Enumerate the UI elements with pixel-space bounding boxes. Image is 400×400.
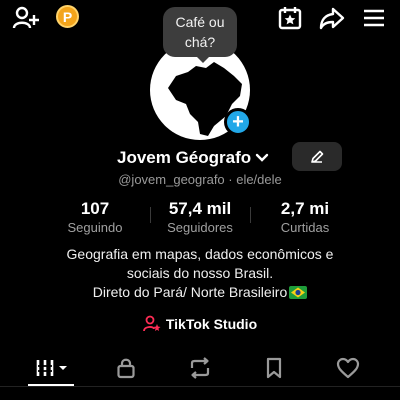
stat-followers[interactable]: 57,4 mil Seguidores xyxy=(150,198,250,236)
profile-handle: @jovem_geografo · ele/dele xyxy=(118,172,282,187)
followers-count: 57,4 mil xyxy=(168,199,232,218)
stat-following[interactable]: 107 Seguindo xyxy=(50,198,140,236)
following-label: Seguindo xyxy=(67,220,123,235)
grid-icon xyxy=(36,360,67,376)
coin-icon[interactable]: P xyxy=(56,5,79,28)
repost-icon xyxy=(190,357,210,379)
tab-favorites[interactable] xyxy=(252,350,296,386)
tab-liked[interactable] xyxy=(326,350,370,386)
menu-icon[interactable] xyxy=(362,6,386,30)
status-bubble[interactable]: Café ou chá? xyxy=(163,7,237,57)
likes-count: 2,7 mi xyxy=(280,199,330,218)
name-switcher[interactable]: Jovem Géografo xyxy=(117,146,269,170)
studio-user-icon xyxy=(142,315,161,332)
following-count: 107 xyxy=(80,199,110,218)
coin-symbol: P xyxy=(62,8,73,25)
bookmark-icon xyxy=(266,357,282,379)
tab-reposts[interactable] xyxy=(178,350,222,386)
tabs-divider xyxy=(0,386,400,387)
add-friend-icon[interactable] xyxy=(12,5,40,31)
tiktok-studio-link[interactable]: TikTok Studio xyxy=(0,314,400,334)
bio: Geografia em mapas, dados econômicos e s… xyxy=(0,245,400,302)
stat-divider xyxy=(250,207,251,223)
pencil-icon xyxy=(311,150,324,163)
bio-line-1: Geografia em mapas, dados econômicos e xyxy=(66,246,334,262)
stat-likes[interactable]: 2,7 mi Curtidas xyxy=(260,198,350,236)
tab-videos[interactable] xyxy=(30,350,74,386)
bubble-line-1: Café ou xyxy=(175,14,225,30)
stats-row: 107 Seguindo 57,4 mil Seguidores 2,7 mi … xyxy=(50,198,350,238)
add-story-button[interactable]: + xyxy=(224,108,252,136)
content-tabs xyxy=(0,350,400,386)
likes-label: Curtidas xyxy=(280,220,330,235)
bio-line-2: sociais do nosso Brasil. xyxy=(126,265,274,281)
bio-line-3: Direto do Pará/ Norte Brasileiro xyxy=(0,283,400,302)
tab-private[interactable] xyxy=(104,350,148,386)
brazil-flag-icon xyxy=(289,286,308,299)
lock-icon xyxy=(117,358,135,379)
heart-icon xyxy=(336,357,360,379)
studio-label: TikTok Studio xyxy=(165,316,258,332)
bubble-tail xyxy=(196,56,210,63)
plus-icon: + xyxy=(232,111,244,133)
followers-label: Seguidores xyxy=(167,220,233,235)
bubble-line-2: chá? xyxy=(184,34,216,50)
share-icon[interactable] xyxy=(318,5,346,31)
calendar-star-icon[interactable] xyxy=(277,5,303,31)
profile-name: Jovem Géografo xyxy=(117,148,252,167)
chevron-down-icon xyxy=(255,153,269,162)
bio-line-3-text: Direto do Pará/ Norte Brasileiro xyxy=(92,284,288,300)
edit-profile-button[interactable] xyxy=(292,142,342,171)
